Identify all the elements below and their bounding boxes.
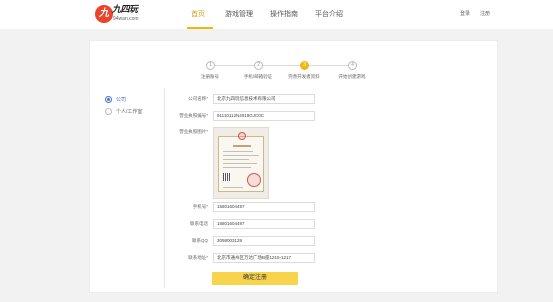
radio-individual[interactable]: 个人/工作室 [105, 107, 142, 115]
step-4-circle: 4 [348, 61, 357, 70]
contact-phone-label: 联系电话 [190, 221, 208, 226]
step-2-circle: 2 [254, 61, 263, 70]
register-link[interactable]: 注册 [480, 0, 490, 29]
step-1-label: 注册账号 [201, 74, 219, 79]
logo-mark-icon: 九 [95, 5, 113, 23]
license-qr-code [223, 173, 231, 181]
phone-label: 手机号* [192, 204, 208, 209]
qq-label: 联系QQ [191, 238, 208, 243]
site-logo[interactable]: 九 九四玩 94wan.com [95, 5, 145, 25]
login-link[interactable]: 登录 [460, 0, 470, 29]
license-title-bar [233, 145, 251, 147]
license-document-image [218, 132, 264, 192]
license-number-label: 营业执照编号* [179, 113, 208, 118]
radio-company-label: 公司 [116, 96, 127, 103]
step-3-circle: 3 [300, 61, 309, 70]
nav-item-guide[interactable]: 操作指南 [270, 0, 298, 29]
nav-item-home[interactable]: 首页 [191, 0, 205, 29]
step-progress-line [214, 65, 356, 66]
license-number-input[interactable]: 91110112N4019GJC0C [213, 111, 315, 121]
license-red-stamp [247, 173, 261, 187]
nav-active-underline [187, 27, 213, 29]
phone-input[interactable]: 15801604497 [213, 202, 315, 212]
license-photo-upload[interactable] [213, 127, 269, 199]
company-name-label: 公司名称* [188, 96, 208, 101]
nav-item-platform-intro[interactable]: 平台介绍 [315, 0, 343, 29]
address-label: 联系地址* [188, 255, 208, 260]
logo-domain: 94wan.com [113, 16, 139, 22]
radio-company-indicator[interactable] [105, 95, 112, 103]
logo-name: 九四玩 [112, 5, 138, 15]
license-photo-label: 营业执照图片* [179, 129, 208, 134]
address-input[interactable]: 北京市通州区万达广场B座1215-1217 [213, 253, 315, 263]
radio-individual-indicator[interactable] [105, 107, 112, 115]
company-name-input[interactable]: 北京九四玩信息技术有限公司 [213, 94, 315, 104]
contact-phone-input[interactable]: 15801604497 [213, 219, 315, 229]
top-header: 九 九四玩 94wan.com 首页 游戏管理 操作指南 平台介绍 登录 注册 [0, 0, 553, 29]
step-4-label: 开始创建游戏 [338, 74, 366, 79]
license-emblem [238, 132, 246, 140]
confirm-register-button[interactable]: 确定注册 [212, 272, 298, 285]
step-3-label: 完善开发者资料 [288, 74, 320, 79]
step-2-label: 手机/邮箱验证 [243, 74, 273, 79]
radio-individual-label: 个人/工作室 [116, 108, 143, 115]
qq-input[interactable]: 3098003128 [213, 236, 315, 246]
step-1-circle: 1 [206, 61, 215, 70]
nav-item-game-management[interactable]: 游戏管理 [225, 0, 253, 29]
radio-company[interactable]: 公司 [105, 95, 126, 103]
registration-card: 1 2 3 4 注册账号 手机/邮箱验证 完善开发者资料 开始创建游戏 公司 个… [89, 40, 498, 293]
